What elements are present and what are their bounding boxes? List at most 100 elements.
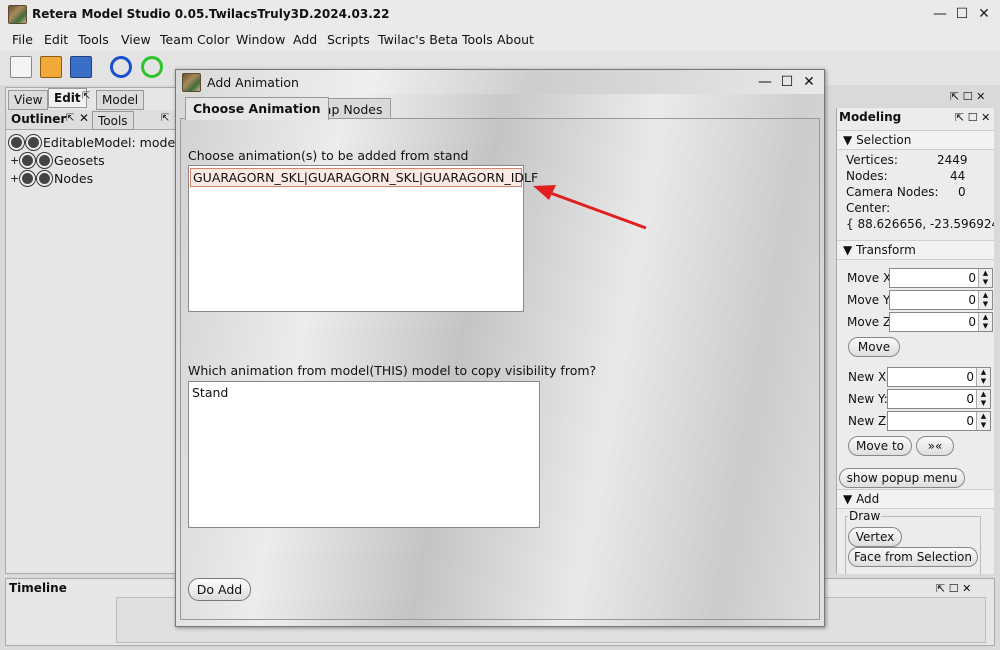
section-title: Transform (856, 243, 916, 257)
spinner-arrows-icon[interactable]: ▲ ▼ (976, 368, 990, 386)
menu-edit[interactable]: Edit (44, 32, 68, 47)
draw-label: Draw (848, 509, 882, 523)
show-popup-menu-button[interactable]: show popup menu (839, 468, 965, 488)
center-label: Center: (846, 201, 891, 215)
close-icon[interactable]: ✕ (962, 582, 971, 595)
new-z-spinner[interactable]: 0 ▲ ▼ (887, 411, 991, 431)
expand-icon[interactable]: + (10, 172, 19, 185)
maximize-button[interactable]: ☐ (952, 5, 972, 23)
menu-twilacs-beta-tools[interactable]: Twilac's Beta Tools (378, 32, 493, 47)
maximize-icon[interactable]: ☐ (963, 90, 973, 103)
menu-bar: File Edit Tools View Team Color Window A… (0, 29, 1000, 51)
nodes-label: Nodes: (846, 169, 888, 183)
collapse-icon[interactable]: ▼ (843, 243, 852, 257)
move-button[interactable]: Move (848, 337, 900, 357)
visibility-list[interactable]: Stand (188, 381, 540, 528)
choose-animations-label: Choose animation(s) to be added from sta… (188, 148, 469, 163)
spinner-arrows-icon[interactable]: ▲ ▼ (978, 269, 992, 287)
redo-icon[interactable] (141, 56, 163, 78)
spinner-arrows-icon[interactable]: ▲ ▼ (978, 313, 992, 331)
tab-model[interactable]: Model (96, 90, 145, 110)
visibility-label: Which animation from model(THIS) model t… (188, 363, 597, 378)
eye-icon[interactable] (20, 152, 35, 168)
eye-icon[interactable] (9, 134, 24, 150)
pin-icon[interactable]: ⇱ (950, 90, 959, 103)
pin-icon[interactable]: ⇱ (161, 113, 169, 124)
tree-item-nodes[interactable]: + Nodes (10, 169, 93, 187)
new-z-label: New Z: (848, 414, 891, 428)
selection-section[interactable]: ▼ Selection (837, 130, 994, 150)
vertex-button[interactable]: Vertex (848, 527, 902, 547)
pin-icon[interactable]: ⇱ (82, 91, 90, 102)
transform-section[interactable]: ▼ Transform (837, 240, 994, 260)
collapse-icon[interactable]: ▼ (843, 492, 852, 506)
spinner-value: 0 (968, 293, 976, 307)
tab-edit[interactable]: Edit (48, 88, 87, 108)
center-value: { 88.626656, -23.596924, 7 (846, 217, 994, 231)
move-z-spinner[interactable]: 0 ▲ ▼ (889, 312, 993, 332)
pin-icon[interactable]: ⇱ (936, 582, 945, 595)
animation-list[interactable]: GUARAGORN_SKL|GUARAGORN_SKL|GUARAGORN_ID… (188, 165, 538, 312)
close-icon[interactable]: ✕ (800, 73, 818, 91)
spinner-arrows-icon[interactable]: ▲ ▼ (976, 412, 990, 430)
minimize-button[interactable]: — (930, 5, 950, 23)
hand-icon[interactable] (26, 134, 41, 150)
hand-icon[interactable] (37, 170, 52, 186)
swap-button[interactable]: »« (916, 436, 954, 456)
spinner-value: 0 (966, 392, 974, 406)
spinner-arrows-icon[interactable]: ▲ ▼ (978, 291, 992, 309)
menu-add[interactable]: Add (293, 32, 317, 47)
menu-scripts[interactable]: Scripts (327, 32, 370, 47)
add-animation-dialog: Add Animation — ☐ ✕ Choose Animation Map… (175, 69, 825, 627)
modeling-title: Modeling (839, 110, 902, 124)
tree-item-geosets[interactable]: + Geosets (10, 151, 105, 169)
expand-icon[interactable]: + (10, 154, 19, 167)
pin-icon[interactable]: ⇱ (955, 111, 964, 124)
new-x-spinner[interactable]: 0 ▲ ▼ (887, 367, 991, 387)
maximize-icon[interactable]: ☐ (778, 73, 796, 91)
menu-window[interactable]: Window (236, 32, 285, 47)
list-item[interactable]: GUARAGORN_SKL|GUARAGORN_SKL|GUARAGORN_ID… (190, 168, 538, 187)
menu-view[interactable]: View (121, 32, 151, 47)
spinner-value: 0 (968, 315, 976, 329)
new-file-icon[interactable] (10, 56, 32, 78)
new-y-spinner[interactable]: 0 ▲ ▼ (887, 389, 991, 409)
menu-file[interactable]: File (12, 32, 33, 47)
close-icon[interactable]: ✕ (981, 111, 990, 124)
menu-about[interactable]: About (497, 32, 534, 47)
undo-icon[interactable] (110, 56, 132, 78)
do-add-button[interactable]: Do Add (188, 578, 251, 601)
dialog-title-bar: Add Animation — ☐ ✕ (176, 70, 824, 94)
open-folder-icon[interactable] (40, 56, 62, 78)
move-y-spinner[interactable]: 0 ▲ ▼ (889, 290, 993, 310)
tab-view[interactable]: View (8, 90, 49, 110)
spinner-arrows-icon[interactable]: ▲ ▼ (976, 390, 990, 408)
outliner-tab[interactable]: Outliner (11, 112, 66, 126)
new-y-label: New Y: (848, 392, 888, 406)
add-section[interactable]: ▼ Add (837, 489, 994, 509)
list-item[interactable]: Stand (190, 384, 230, 401)
save-icon[interactable] (70, 56, 92, 78)
collapse-icon[interactable]: ▼ (843, 133, 852, 147)
hand-icon[interactable] (37, 152, 52, 168)
face-from-selection-button[interactable]: Face from Selection (848, 547, 978, 567)
camera-nodes-value: 0 (958, 185, 966, 199)
close-button[interactable]: ✕ (974, 5, 994, 23)
dialog-title: Add Animation (207, 75, 299, 90)
spinner-value: 0 (966, 370, 974, 384)
menu-team-color[interactable]: Team Color (160, 32, 230, 47)
maximize-icon[interactable]: ☐ (968, 111, 978, 124)
minimize-icon[interactable]: — (756, 73, 774, 91)
move-to-button[interactable]: Move to (848, 436, 912, 456)
vertices-value: 2449 (937, 153, 968, 167)
eye-icon[interactable] (20, 170, 35, 186)
close-icon[interactable]: ✕ (79, 111, 89, 125)
menu-tools[interactable]: Tools (78, 32, 109, 47)
maximize-icon[interactable]: ☐ (949, 582, 959, 595)
move-x-spinner[interactable]: 0 ▲ ▼ (889, 268, 993, 288)
tree-root[interactable]: EditableModel: model (9, 133, 179, 151)
pin-icon[interactable]: ⇱ (66, 113, 74, 124)
close-icon[interactable]: ✕ (976, 90, 985, 103)
tools-tab[interactable]: Tools (92, 111, 134, 130)
tab-choose-animation[interactable]: Choose Animation (185, 97, 329, 120)
